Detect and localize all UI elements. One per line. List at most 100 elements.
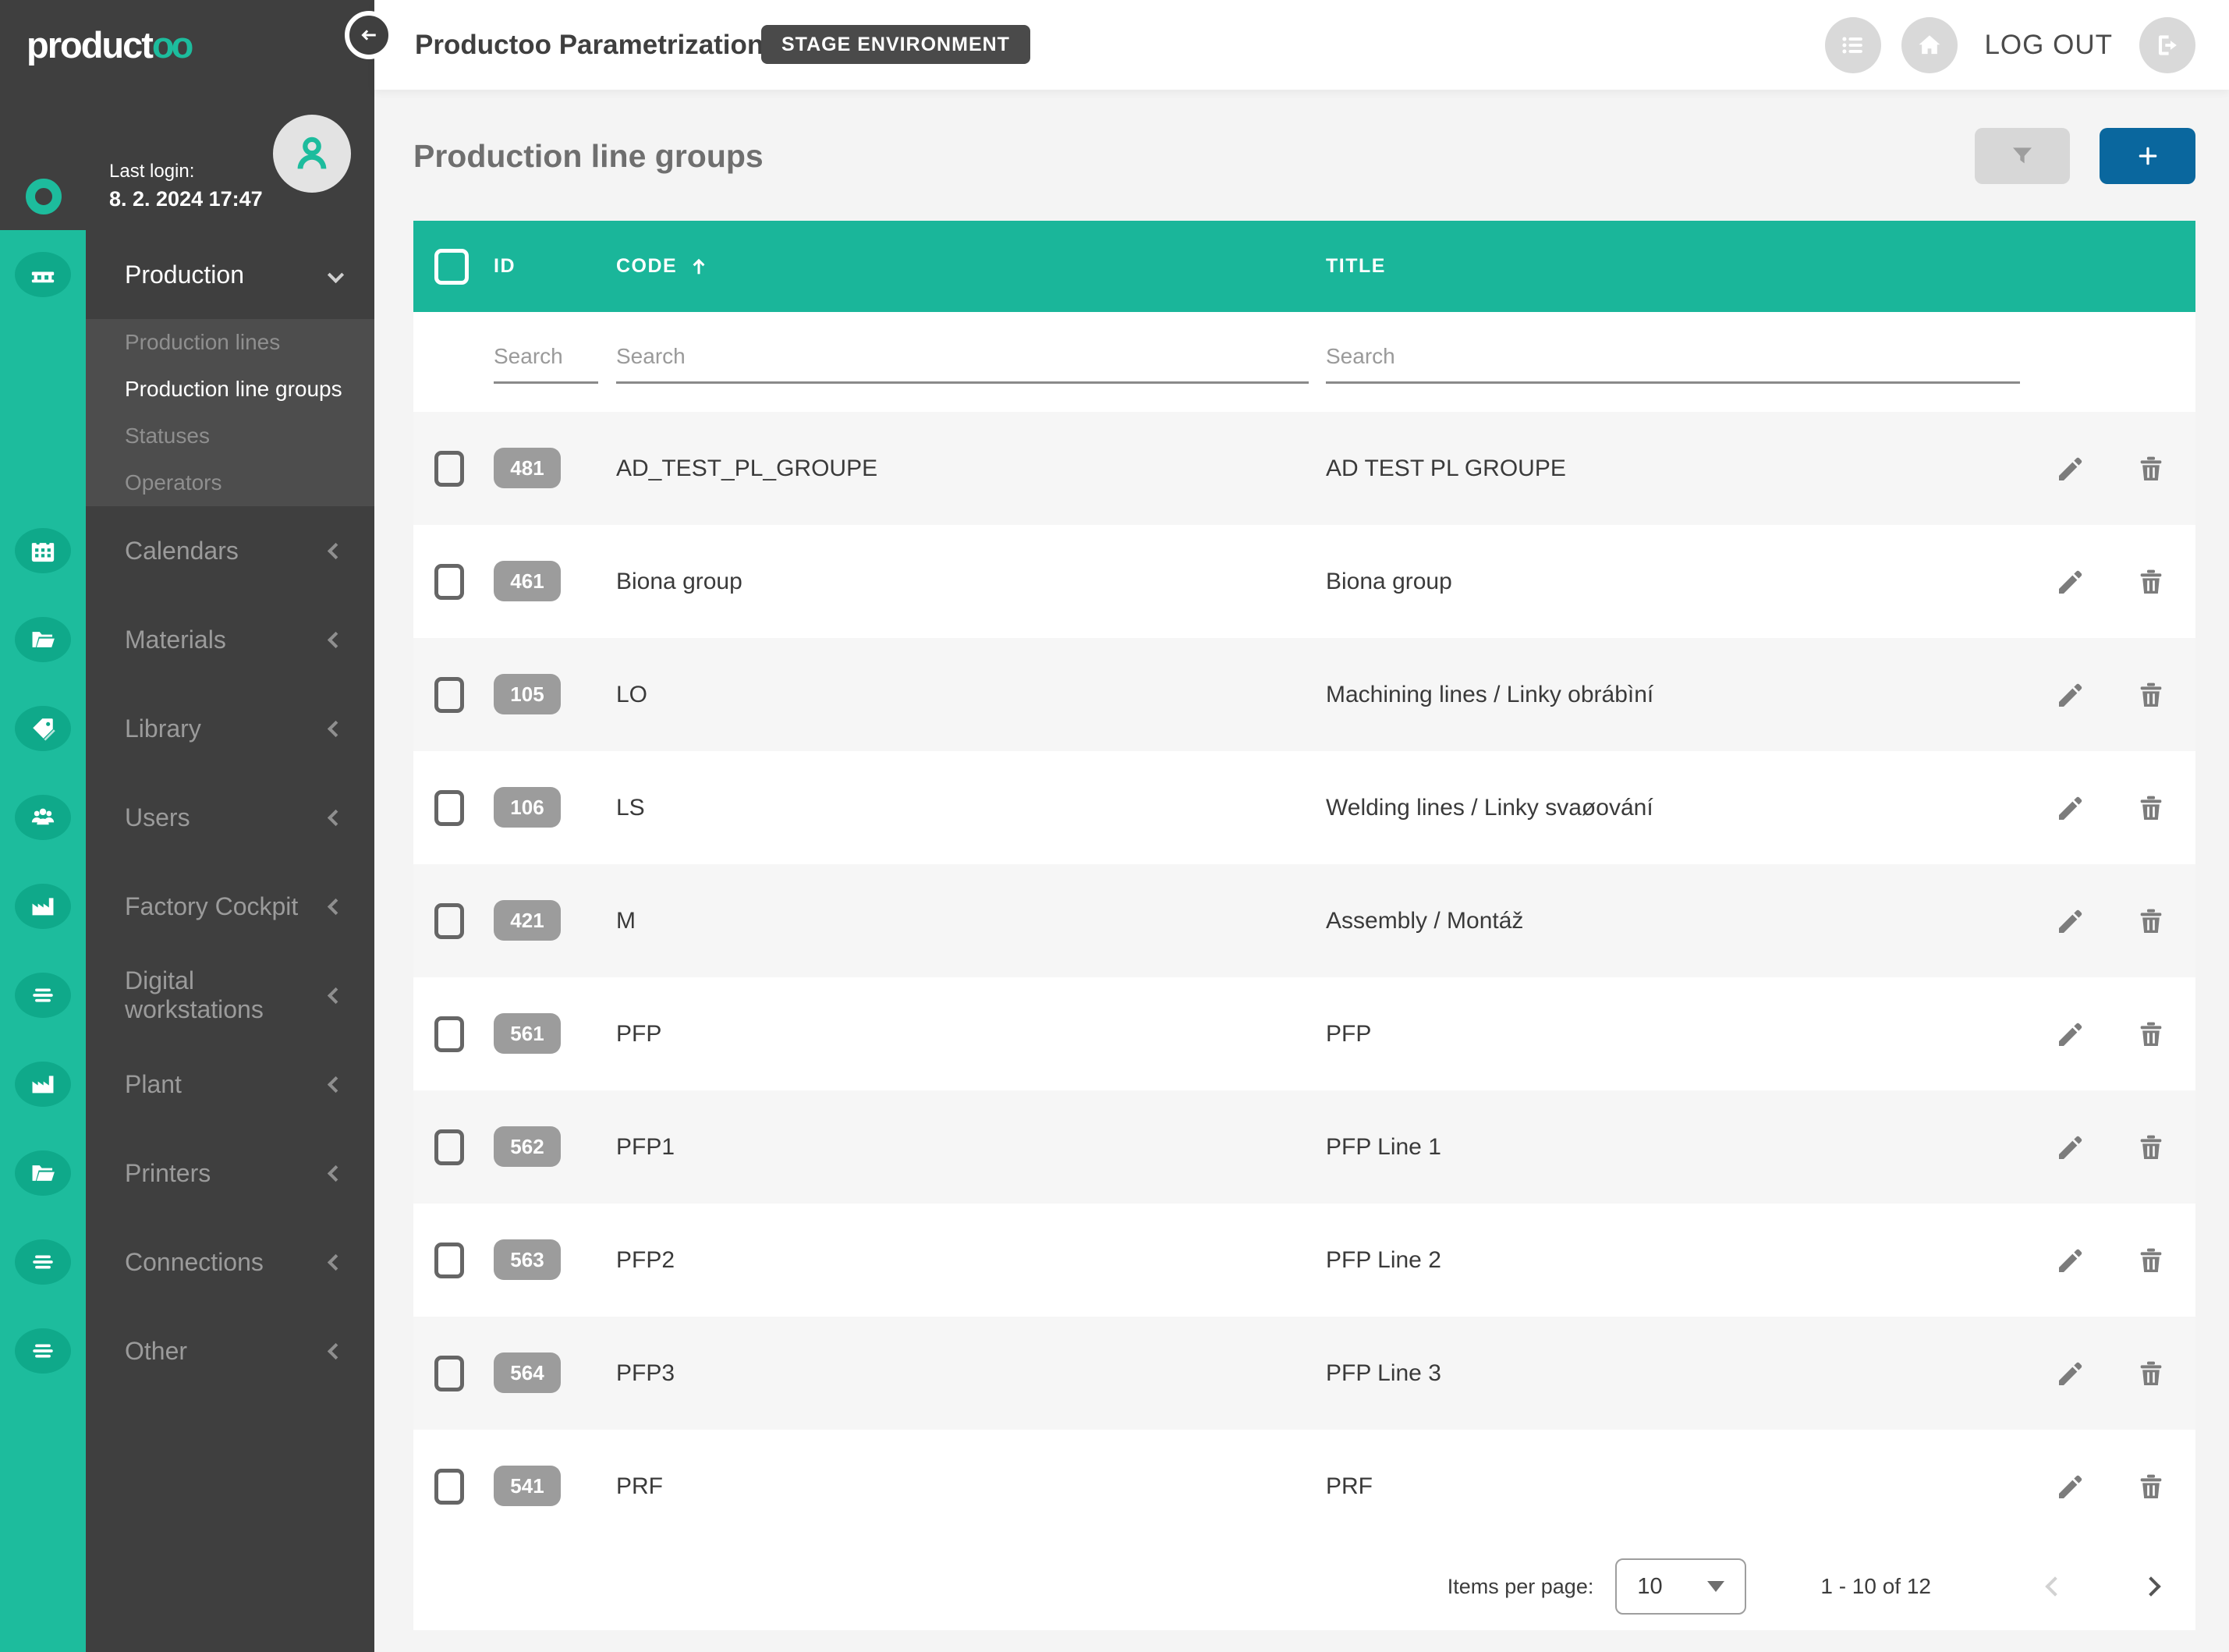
- sub-item-label: Production lines: [125, 330, 280, 355]
- id-badge: 461: [494, 561, 561, 601]
- search-input-id[interactable]: [494, 331, 598, 384]
- edit-button[interactable]: [2054, 1469, 2088, 1504]
- row-checkbox[interactable]: [434, 451, 464, 487]
- sidebar-item-plant[interactable]: Plant: [86, 1040, 374, 1129]
- list-lines-icon[interactable]: [15, 1239, 71, 1285]
- sidebar-item-other[interactable]: Other: [86, 1306, 374, 1395]
- cell-code: PFP2: [616, 1204, 675, 1317]
- sidebar-item-label: Users: [125, 803, 330, 832]
- edit-button[interactable]: [2054, 1130, 2088, 1165]
- items-per-page-value: 10: [1637, 1574, 1662, 1600]
- sidebar: productoo Last login: 8. 2. 2024 17:47: [0, 0, 374, 1652]
- column-header-code[interactable]: CODE: [616, 221, 710, 312]
- chevron-down-icon: [328, 266, 344, 282]
- edit-button[interactable]: [2054, 565, 2088, 599]
- edit-button[interactable]: [2054, 1356, 2088, 1391]
- users-icon[interactable]: [15, 795, 71, 840]
- sidebar-item-factory-cockpit[interactable]: Factory Cockpit: [86, 862, 374, 951]
- edit-button[interactable]: [2054, 452, 2088, 486]
- delete-button[interactable]: [2134, 452, 2168, 486]
- back-button[interactable]: [345, 11, 393, 59]
- delete-button[interactable]: [2134, 1469, 2168, 1504]
- sidebar-item-calendars[interactable]: Calendars: [86, 506, 374, 595]
- delete-button[interactable]: [2134, 1017, 2168, 1051]
- sidebar-item-production[interactable]: Production: [86, 230, 374, 319]
- column-header-id[interactable]: ID: [494, 221, 516, 312]
- items-per-page-select[interactable]: 10: [1615, 1558, 1746, 1615]
- edit-button[interactable]: [2054, 1017, 2088, 1051]
- delete-button[interactable]: [2134, 678, 2168, 712]
- row-checkbox[interactable]: [434, 1356, 464, 1391]
- last-login-value: 8. 2. 2024 17:47: [109, 187, 263, 211]
- sidebar-item-library[interactable]: Library: [86, 684, 374, 773]
- row-checkbox[interactable]: [434, 564, 464, 600]
- delete-button[interactable]: [2134, 791, 2168, 825]
- sidebar-item-production-lines[interactable]: Production lines: [86, 319, 374, 366]
- previous-page-button[interactable]: [2045, 1576, 2064, 1596]
- sidebar-item-connections[interactable]: Connections: [86, 1218, 374, 1306]
- sidebar-item-production-line-groups[interactable]: Production line groups: [86, 366, 374, 413]
- chevron-left-icon: [328, 809, 344, 825]
- edit-button[interactable]: [2054, 1243, 2088, 1278]
- tag-icon[interactable]: [15, 706, 71, 751]
- folder-open-icon[interactable]: [15, 617, 71, 662]
- filter-button[interactable]: [1975, 128, 2070, 184]
- app-root: productoo Last login: 8. 2. 2024 17:47: [0, 0, 2229, 1652]
- filter-funnel-icon: [2010, 144, 2035, 168]
- trash-icon: [2135, 1358, 2167, 1389]
- sidebar-item-users[interactable]: Users: [86, 773, 374, 862]
- delete-button[interactable]: [2134, 1243, 2168, 1278]
- sidebar-item-digital-workstations[interactable]: Digital workstations: [86, 951, 374, 1040]
- pencil-icon: [2055, 1132, 2086, 1163]
- row-checkbox[interactable]: [434, 1469, 464, 1505]
- sidebar-item-label: Printers: [125, 1159, 330, 1188]
- row-checkbox[interactable]: [434, 677, 464, 713]
- home-icon: [1915, 30, 1944, 60]
- edit-button[interactable]: [2054, 678, 2088, 712]
- production-line-icon[interactable]: [15, 252, 71, 297]
- edit-button[interactable]: [2054, 791, 2088, 825]
- next-page-button[interactable]: [2141, 1576, 2160, 1596]
- delete-button[interactable]: [2134, 1130, 2168, 1165]
- cell-title: PRF: [1326, 1430, 1373, 1543]
- edit-button[interactable]: [2054, 904, 2088, 938]
- calendar-icon[interactable]: [15, 528, 71, 573]
- sidebar-item-materials[interactable]: Materials: [86, 595, 374, 684]
- row-checkbox[interactable]: [434, 790, 464, 826]
- plus-icon: [2136, 144, 2160, 168]
- factory-icon[interactable]: [15, 884, 71, 929]
- logout-button[interactable]: [2139, 17, 2195, 73]
- add-button[interactable]: [2100, 128, 2195, 184]
- delete-button[interactable]: [2134, 904, 2168, 938]
- delete-button[interactable]: [2134, 565, 2168, 599]
- status-ring-icon: [26, 179, 62, 214]
- trash-icon: [2135, 1019, 2167, 1050]
- search-input-code[interactable]: [616, 331, 1309, 384]
- select-all-checkbox[interactable]: [434, 249, 469, 285]
- row-checkbox[interactable]: [434, 1243, 464, 1278]
- list-lines-icon[interactable]: [15, 973, 71, 1018]
- search-input-title[interactable]: [1326, 331, 2020, 384]
- row-checkbox[interactable]: [434, 903, 464, 939]
- row-checkbox[interactable]: [434, 1016, 464, 1052]
- pencil-icon: [2055, 1471, 2086, 1502]
- logo-text: product: [27, 24, 152, 66]
- pencil-icon: [2055, 679, 2086, 711]
- sidebar-item-printers[interactable]: Printers: [86, 1129, 374, 1218]
- folder-open-icon[interactable]: [15, 1150, 71, 1196]
- chevron-left-icon: [328, 1165, 344, 1181]
- delete-button[interactable]: [2134, 1356, 2168, 1391]
- logout-label[interactable]: LOG OUT: [1984, 30, 2113, 61]
- cell-code: LO: [616, 638, 647, 751]
- logo-bar: productoo: [0, 0, 374, 90]
- home-button[interactable]: [1901, 17, 1958, 73]
- list-lines-icon[interactable]: [15, 1328, 71, 1374]
- factory-icon[interactable]: [15, 1062, 71, 1107]
- row-checkbox[interactable]: [434, 1129, 464, 1165]
- menu-list-button[interactable]: [1825, 17, 1881, 73]
- sidebar-item-statuses[interactable]: Statuses: [86, 413, 374, 459]
- pencil-icon: [2055, 1358, 2086, 1389]
- cell-code: PFP: [616, 977, 661, 1090]
- column-header-title[interactable]: TITLE: [1326, 221, 1386, 312]
- sidebar-item-operators[interactable]: Operators: [86, 459, 374, 506]
